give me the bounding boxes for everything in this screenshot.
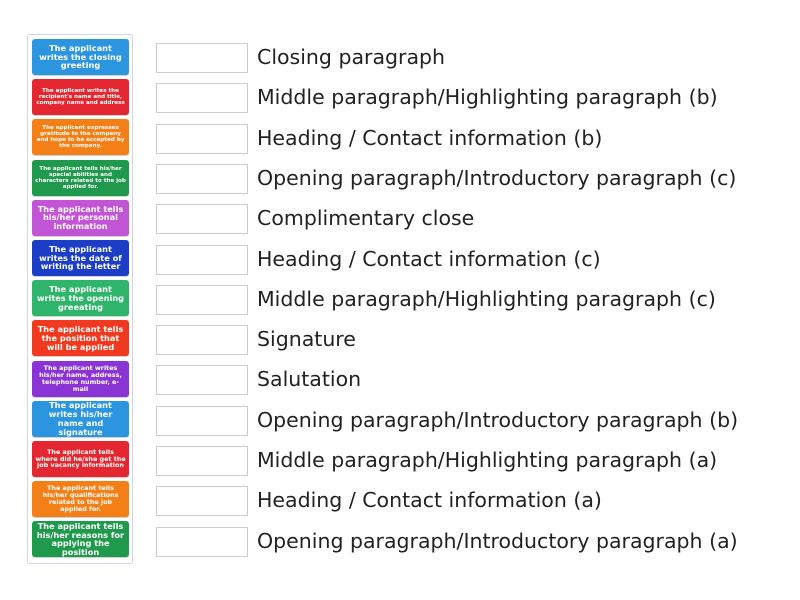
slot-label: Middle paragraph/Highlighting paragraph … [257, 85, 718, 110]
match-row: Heading / Contact information (b) [156, 123, 796, 156]
slot-label: Opening paragraph/Introductory paragraph… [257, 165, 737, 190]
drop-slot[interactable] [156, 365, 248, 396]
slot-label: Opening paragraph/Introductory paragraph… [257, 528, 738, 553]
draggable-card[interactable]: The applicant tells his/her reasons for … [32, 521, 129, 558]
match-row: Middle paragraph/Highlighting paragraph … [156, 446, 796, 478]
card-text: The applicant expresses gratitude to the… [36, 125, 125, 150]
card-text: The applicant tells the position that wi… [37, 324, 124, 352]
match-row: Middle paragraph/Highlighting paragraph … [156, 83, 796, 115]
draggable-card[interactable]: The applicant tells his/her special abil… [32, 159, 129, 196]
slot-label: Signature [257, 327, 356, 352]
slot-label: Middle paragraph/Highlighting paragraph … [257, 448, 718, 472]
drop-slot[interactable] [156, 405, 248, 436]
match-row: Signature [156, 325, 796, 357]
draggable-card[interactable]: The applicant tells his/her qualificatio… [32, 481, 129, 518]
card-text: The applicant tells where did he/she get… [35, 447, 126, 470]
drop-slot[interactable] [156, 43, 248, 73]
match-row: Salutation [156, 365, 796, 397]
match-up-activity: The applicant writes the closing greetin… [0, 0, 800, 600]
match-row: Opening paragraph/Introductory paragraph… [156, 405, 796, 438]
match-row: Heading / Contact information (a) [156, 486, 796, 518]
slot-label: Heading / Contact information (b) [257, 125, 603, 150]
drop-slot[interactable] [156, 325, 248, 356]
slot-label: Opening paragraph/Introductory paragraph… [257, 407, 739, 432]
slot-label: Middle paragraph/Highlighting paragraph … [257, 286, 716, 311]
match-row: Opening paragraph/Introductory paragraph… [156, 526, 796, 559]
card-text: The applicant writes his/her name and si… [48, 400, 113, 437]
card-text: The applicant tells his/her personal inf… [37, 203, 124, 232]
drop-slot[interactable] [156, 204, 248, 235]
drop-slot[interactable] [156, 123, 248, 154]
draggable-card[interactable]: The applicant writes the date of writing… [32, 240, 129, 276]
card-text: The applicant writes the date of writing… [39, 243, 122, 272]
card-text: The applicant writes the closing greetin… [39, 42, 122, 71]
slot-label: Closing paragraph [257, 45, 446, 69]
match-row: Heading / Contact information (c) [156, 244, 796, 277]
drop-slot[interactable] [156, 83, 248, 114]
drop-slot[interactable] [156, 163, 248, 194]
drop-slot[interactable] [156, 486, 248, 517]
draggable-card[interactable]: The applicant writes his/her name, addre… [32, 360, 129, 397]
draggable-card[interactable]: The applicant writes the recipient's nam… [32, 79, 129, 116]
card-text: The applicant writes the opening greeati… [36, 283, 125, 312]
draggable-card[interactable]: The applicant writes his/her name and si… [32, 400, 129, 437]
draggable-card[interactable]: The applicant writes the opening greeati… [32, 280, 129, 317]
card-text: The applicant tells his/her special abil… [35, 165, 126, 190]
card-text: The applicant writes his/her name, addre… [39, 363, 122, 393]
drop-slot[interactable] [156, 284, 248, 315]
slot-label: Salutation [257, 367, 362, 392]
match-row: Complimentary close [156, 204, 796, 236]
drop-slot[interactable] [156, 446, 248, 476]
draggable-card[interactable]: The applicant expresses gratitude to the… [32, 119, 129, 156]
card-text: The applicant tells his/her reasons for … [36, 521, 125, 558]
draggable-card[interactable]: The applicant tells the position that wi… [32, 320, 129, 357]
match-row: Opening paragraph/Introductory paragraph… [156, 163, 796, 196]
card-tray: The applicant writes the closing greetin… [27, 34, 133, 564]
match-row: Closing paragraph [156, 43, 796, 75]
draggable-card[interactable]: The applicant writes the closing greetin… [32, 39, 129, 75]
draggable-card[interactable]: The applicant tells his/her personal inf… [32, 199, 129, 236]
card-text: The applicant writes the recipient's nam… [36, 88, 125, 107]
match-row: Middle paragraph/Highlighting paragraph … [156, 284, 796, 317]
card-text: The applicant tells his/her qualificatio… [42, 484, 119, 514]
slot-label: Heading / Contact information (c) [257, 246, 601, 271]
draggable-card[interactable]: The applicant tells where did he/she get… [32, 441, 129, 477]
slot-label: Complimentary close [257, 206, 475, 231]
drop-slot[interactable] [156, 244, 248, 275]
drop-slot[interactable] [156, 526, 248, 557]
slot-label: Heading / Contact information (a) [257, 488, 602, 513]
